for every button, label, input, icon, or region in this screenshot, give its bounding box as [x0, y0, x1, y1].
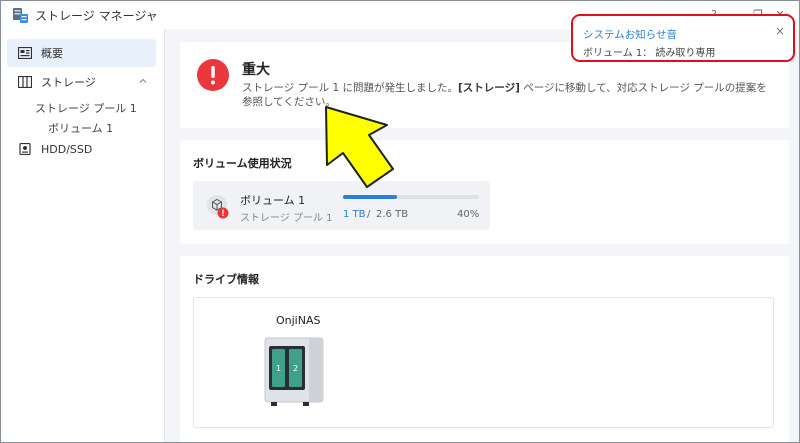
alert-title: 重大: [242, 62, 270, 78]
critical-alert-icon: [197, 59, 229, 91]
volume-warning-icon: [207, 195, 229, 219]
capacity-separator: /: [367, 209, 371, 220]
overview-icon: [18, 47, 32, 59]
used-capacity: 1 TB: [343, 209, 366, 220]
sidebar-item-storage-pool[interactable]: ストレージ プール 1: [35, 100, 137, 116]
sidebar-item-storage[interactable]: ストレージ: [7, 68, 156, 96]
sidebar-item-hdd-ssd[interactable]: HDD/SSD: [7, 135, 156, 163]
notification-title: システムお知らせ音: [583, 29, 677, 41]
total-capacity: 2.6 TB: [376, 209, 409, 220]
storage-manager-app-icon: [13, 8, 28, 23]
usage-progress-fill: [343, 195, 398, 199]
volume-name: ボリューム 1: [240, 194, 306, 207]
drive-info-panel: OnjiNAS 1 2: [193, 297, 774, 428]
storage-page-link[interactable]: [ストレージ]: [458, 82, 520, 94]
storage-manager-window: ストレージ マネージャ ? — ❐ ✕ 概要 ストレージ: [0, 0, 800, 443]
sidebar-item-overview[interactable]: 概要: [7, 39, 156, 67]
yellow-arrow-annotation: [325, 106, 394, 188]
notification-body: ボリューム 1： 読み取り専用: [583, 48, 716, 59]
sidebar: 概要 ストレージ ストレージ プール 1 ボリューム 1 HDD/SSD: [1, 29, 165, 442]
drive-bay-2-label: 2: [293, 364, 298, 373]
drive-info-card: ドライブ情報 OnjiNAS 1 2: [180, 256, 789, 442]
drive-icon: [19, 143, 31, 155]
usage-percent: 40%: [457, 209, 480, 220]
window-title: ストレージ マネージャ: [35, 9, 158, 23]
notification-close-icon[interactable]: ×: [775, 24, 787, 38]
sidebar-item-label: ストレージ: [41, 76, 96, 89]
drive-info-title: ドライブ情報: [193, 273, 259, 286]
chevron-up-icon[interactable]: [138, 76, 148, 86]
sidebar-item-volume[interactable]: ボリューム 1: [48, 120, 113, 136]
sidebar-item-label: 概要: [41, 47, 63, 60]
storage-icon: [18, 76, 32, 88]
nas-device-icon[interactable]: 1 2: [263, 336, 325, 408]
volume-pool-name: ストレージ プール 1: [240, 213, 333, 224]
volume-usage-title: ボリューム使用状況: [193, 157, 292, 170]
nas-name: OnjiNAS: [276, 314, 321, 327]
usage-progress-bar: [343, 195, 479, 199]
sidebar-item-label: HDD/SSD: [41, 142, 93, 156]
system-notification-popup[interactable]: システムお知らせ音 ボリューム 1： 読み取り専用 ×: [571, 14, 795, 62]
volume-usage-card: ボリューム使用状況 ボリューム 1 ストレージ プール 1 1 TB / 2.6…: [180, 140, 789, 244]
drive-bay-1-label: 1: [276, 364, 281, 373]
alert-message-pre: ストレージ プール 1 に問題が発生しました。: [242, 82, 458, 94]
